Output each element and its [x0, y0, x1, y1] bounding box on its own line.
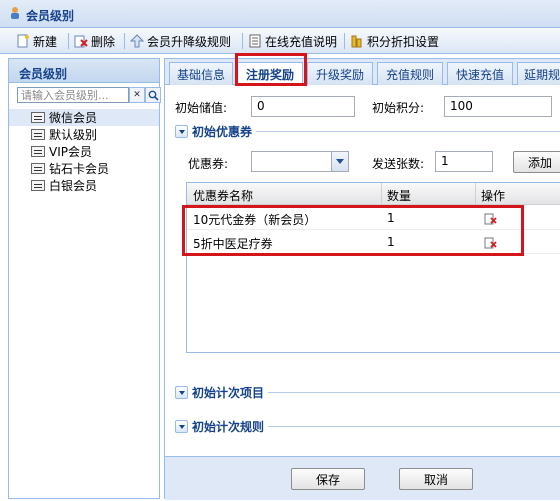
upgrade-icon	[130, 34, 144, 48]
tree-item[interactable]: VIP会员	[9, 143, 159, 160]
dropdown-arrow-icon[interactable]: ✕	[129, 87, 145, 103]
new-button[interactable]: 新建	[16, 32, 57, 50]
column-header[interactable]: 数量	[387, 187, 411, 204]
delete-icon	[74, 35, 88, 48]
level-search-input[interactable]: 请输入会员级别...	[17, 87, 129, 103]
list-node-icon	[31, 129, 45, 140]
tree-item-label: 白银会员	[49, 179, 98, 193]
tab-extension-rules[interactable]: 延期规	[517, 62, 560, 85]
delete-button[interactable]: 删除	[74, 32, 115, 50]
coupon-section-title: 初始优惠券	[192, 125, 253, 139]
tree-item[interactable]: 默认级别	[9, 126, 159, 143]
points-discount-label: 积分折扣设置	[367, 34, 440, 49]
tab-recharge-rules[interactable]: 充值规则	[377, 62, 443, 85]
tree-item-label: 默认级别	[49, 128, 98, 142]
title-bar: 会员级别	[0, 0, 560, 28]
toolbar: 新建 删除 会员升降级规则 在线充值说明 积分折扣设置	[0, 28, 560, 54]
new-label: 新建	[33, 34, 58, 49]
tree-item[interactable]: 钻石卡会员	[9, 160, 159, 177]
tree-item[interactable]: 微信会员	[9, 109, 159, 126]
column-divider	[381, 183, 382, 205]
button-bar: 保存 取消	[165, 456, 560, 500]
document-icon	[249, 34, 261, 48]
count-rules-title: 初始计次规则	[192, 420, 265, 434]
list-node-icon	[31, 146, 45, 157]
initial-points-label: 初始积分:	[372, 101, 425, 115]
upgrade-rules-button[interactable]: 会员升降级规则	[130, 32, 231, 50]
column-divider	[475, 183, 476, 205]
level-tree: 微信会员 默认级别 VIP会员 钻石卡会员 白银会员	[9, 109, 159, 194]
tab-quick-recharge[interactable]: 快速充值	[447, 62, 513, 85]
points-discount-button[interactable]: 积分折扣设置	[350, 32, 439, 50]
add-coupon-button[interactable]: 添加	[513, 151, 560, 173]
initial-points-input[interactable]: 100	[444, 96, 552, 117]
column-header[interactable]: 优惠券名称	[193, 187, 253, 204]
toolbar-divider	[68, 33, 69, 49]
new-icon	[17, 34, 29, 48]
chevron-down-icon[interactable]	[331, 152, 348, 171]
cancel-button[interactable]: 取消	[399, 468, 473, 490]
upgrade-rules-label: 会员升降级规则	[147, 34, 232, 49]
level-sidebar: 会员级别 请输入会员级别... ✕ 微信会员 默认级别 VIP会员 钻石卡会员 …	[8, 58, 161, 499]
search-icon[interactable]	[145, 87, 161, 103]
send-count-label: 发送张数:	[372, 157, 425, 171]
tree-item-label: 微信会员	[49, 111, 98, 125]
collapse-icon[interactable]	[175, 125, 188, 138]
recharge-info-label: 在线充值说明	[265, 34, 338, 49]
count-rules-section: 初始计次规则	[175, 418, 560, 435]
tab-basic-info[interactable]: 基础信息	[169, 62, 233, 85]
save-button[interactable]: 保存	[291, 468, 365, 490]
tree-item-label: VIP会员	[49, 145, 92, 159]
count-items-section: 初始计次项目	[175, 384, 560, 401]
app-icon	[11, 7, 19, 19]
count-items-header[interactable]: 初始计次项目	[175, 384, 269, 401]
list-node-icon	[31, 180, 45, 191]
recharge-info-button[interactable]: 在线充值说明	[248, 32, 337, 50]
tab-upgrade-reward[interactable]: 升级奖励	[307, 62, 373, 85]
collapse-icon[interactable]	[175, 386, 188, 399]
toolbar-divider	[242, 33, 243, 49]
count-rules-header[interactable]: 初始计次规则	[175, 418, 269, 435]
collapse-icon[interactable]	[175, 420, 188, 433]
column-header[interactable]: 操作	[481, 187, 505, 204]
list-node-icon	[31, 112, 45, 123]
window-title: 会员级别	[26, 9, 75, 23]
initial-balance-label: 初始储值:	[175, 101, 228, 115]
highlight-box	[182, 205, 524, 256]
delete-label: 删除	[91, 34, 116, 49]
count-items-title: 初始计次项目	[192, 386, 265, 400]
tab-strip: 基础信息 注册奖励 升级奖励 充值规则 快速充值 延期规	[165, 59, 560, 86]
sidebar-title: 会员级别	[9, 59, 159, 83]
coins-icon	[351, 35, 362, 48]
send-count-input[interactable]: 1	[435, 151, 493, 172]
toolbar-divider	[344, 33, 345, 49]
tree-item-label: 钻石卡会员	[49, 162, 110, 176]
highlight-box	[235, 53, 307, 86]
toolbar-divider	[124, 33, 125, 49]
list-node-icon	[31, 163, 45, 174]
main-panel: 基础信息 注册奖励 升级奖励 充值规则 快速充值 延期规 初始储值: 0 初始积…	[164, 53, 560, 500]
coupon-label: 优惠券:	[188, 157, 229, 171]
grid-header: 优惠券名称 数量 操作	[187, 183, 560, 205]
tree-item[interactable]: 白银会员	[9, 177, 159, 194]
initial-balance-input[interactable]: 0	[251, 96, 355, 117]
coupon-section-header[interactable]: 初始优惠券	[175, 123, 257, 140]
